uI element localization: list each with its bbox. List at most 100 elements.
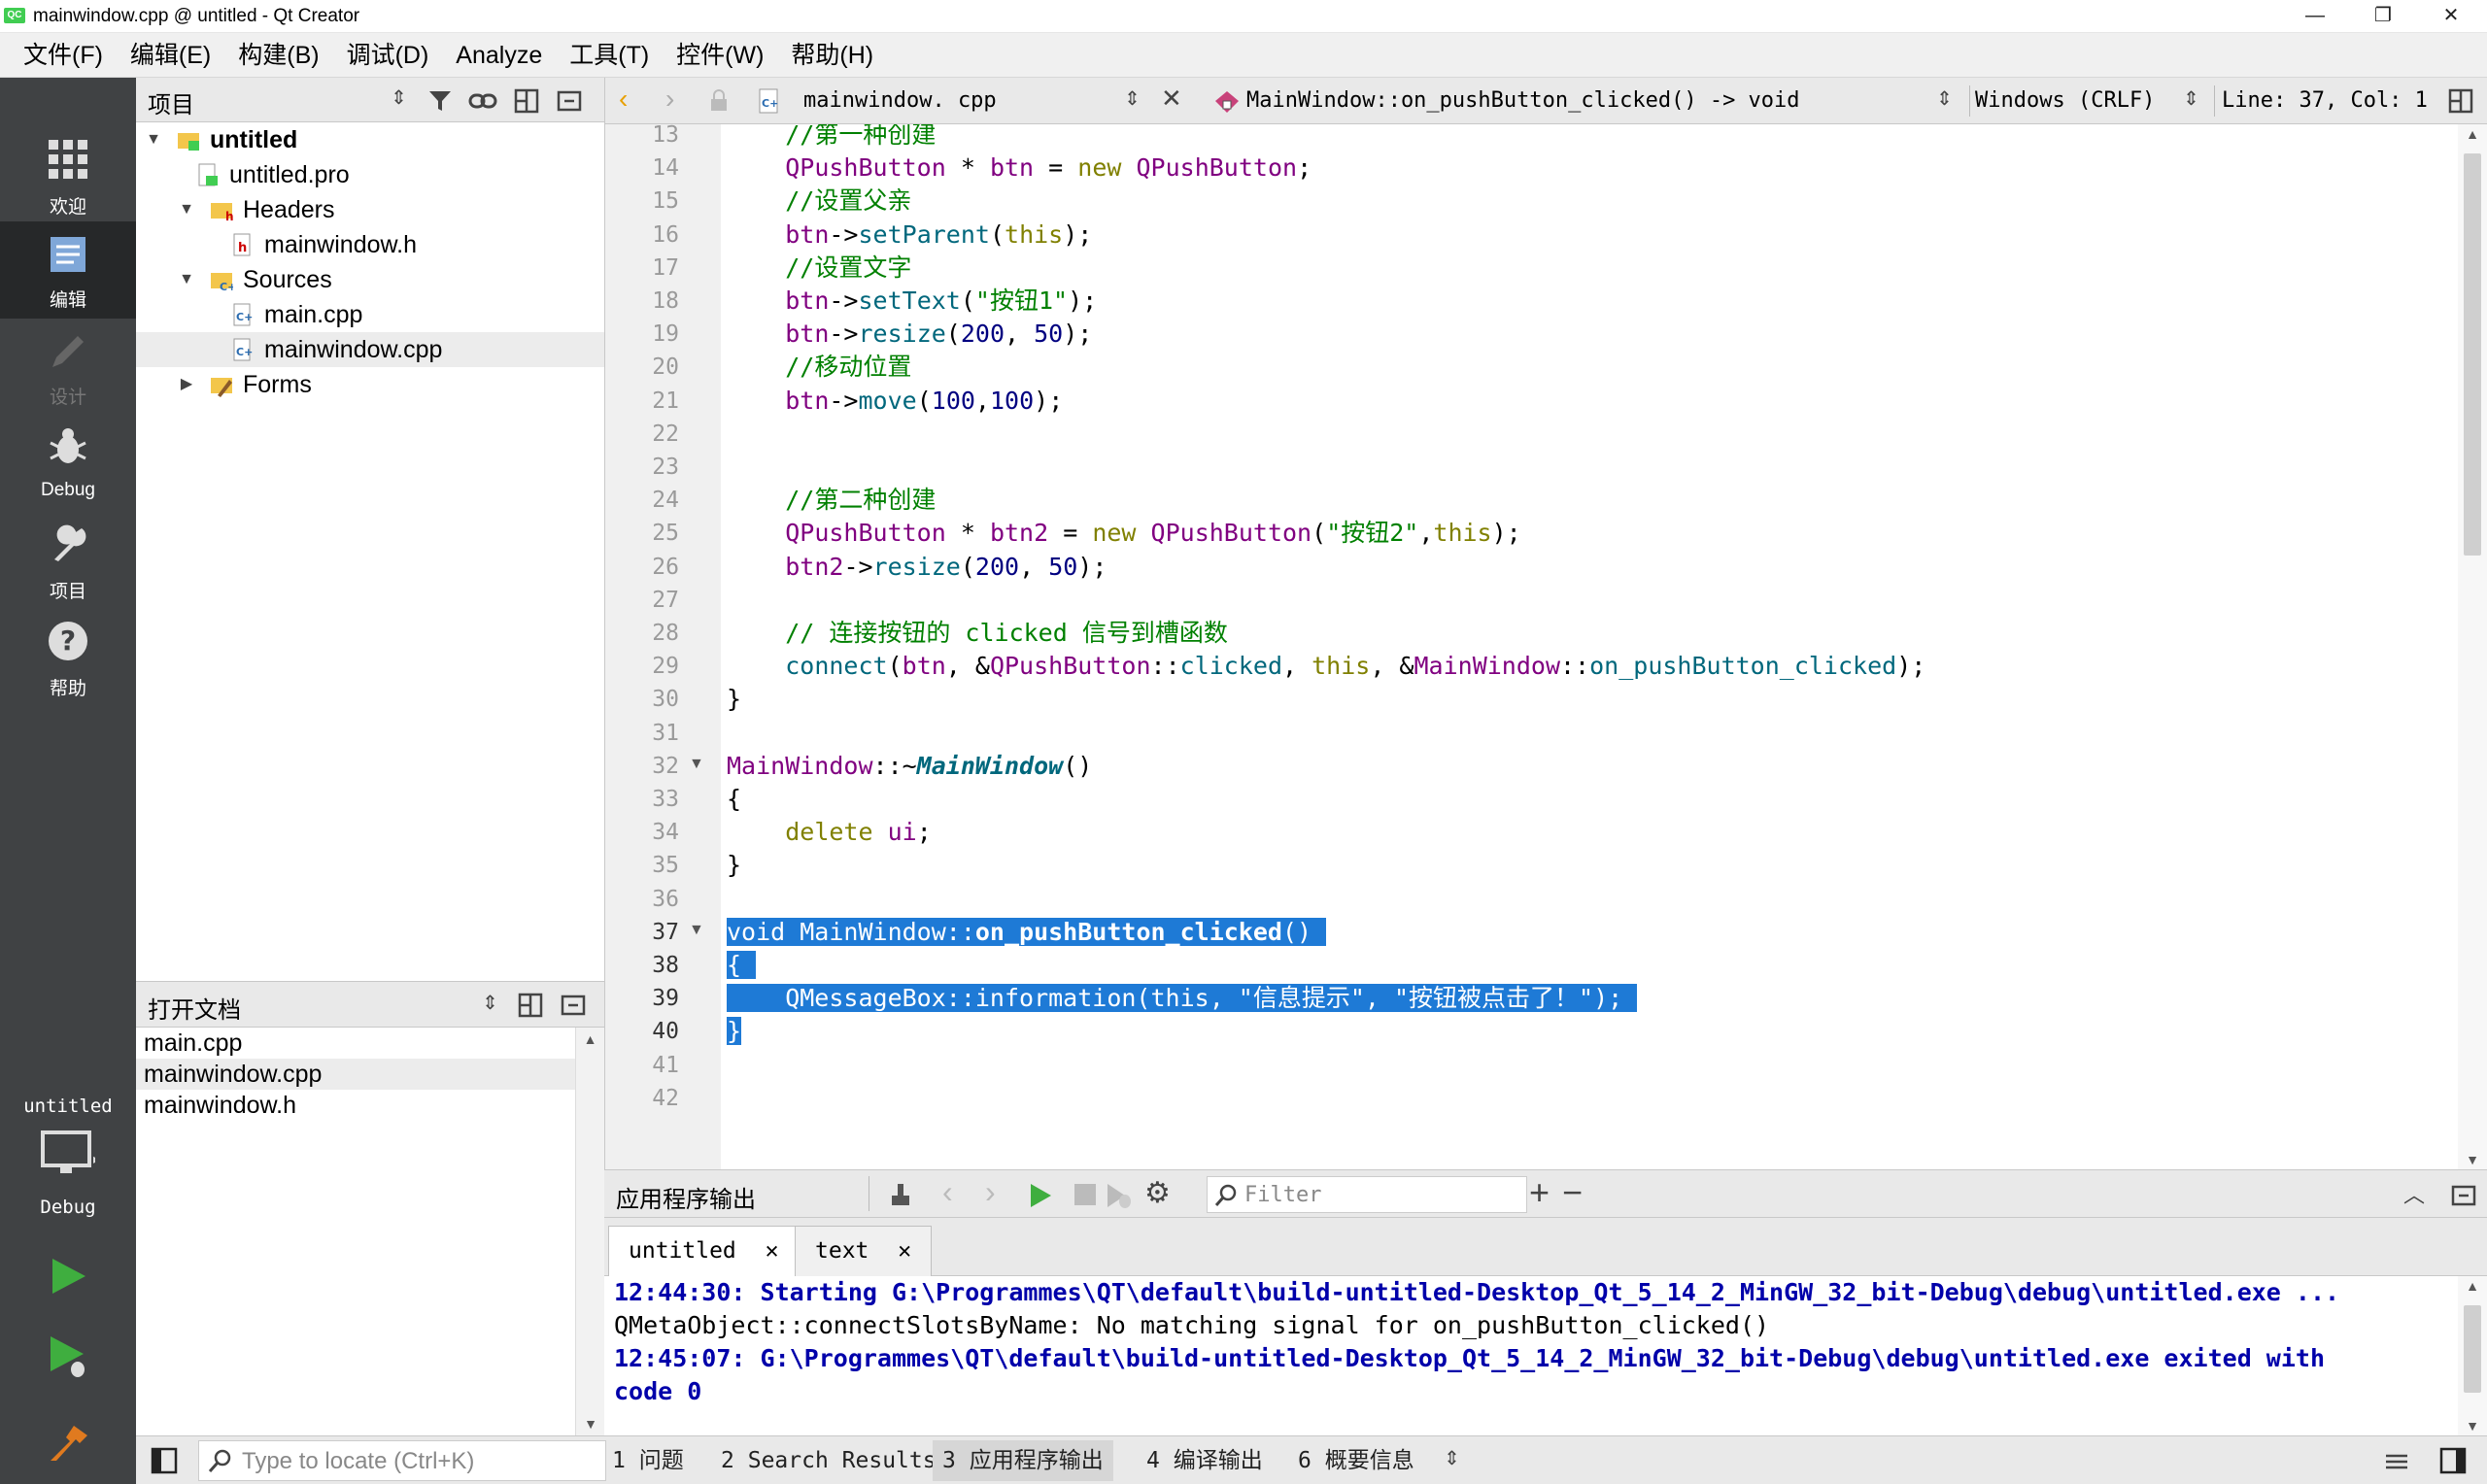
rerun-icon[interactable] bbox=[1028, 1182, 1053, 1209]
line-number: 16 bbox=[652, 221, 679, 248]
tree-item-forms[interactable]: ▶ Forms bbox=[177, 367, 312, 402]
menu-file[interactable]: 文件(F) bbox=[10, 33, 117, 78]
fold-marker-icon[interactable]: ▼ bbox=[689, 756, 704, 773]
line-ending-selector[interactable]: Windows (CRLF) bbox=[1975, 88, 2155, 113]
open-doc-mainwindow-h[interactable]: mainwindow.h bbox=[144, 1090, 296, 1121]
tree-item-headers[interactable]: ▼ h Headers bbox=[177, 192, 334, 227]
open-doc-main-cpp[interactable]: main.cpp bbox=[144, 1028, 242, 1059]
mode-edit[interactable]: 编辑 bbox=[0, 221, 136, 319]
debug-run-icon[interactable] bbox=[45, 1332, 91, 1379]
status-tab-issues[interactable]: 1 问题 bbox=[602, 1440, 694, 1481]
code-line: //设置父亲 bbox=[785, 186, 912, 216]
forward-arrow-icon[interactable]: › bbox=[665, 84, 674, 115]
view-selector-chevron-icon[interactable]: ⇕ bbox=[391, 85, 407, 110]
line-ending-chevron-icon[interactable]: ⇕ bbox=[2183, 86, 2199, 111]
scrollbar-thumb[interactable] bbox=[2464, 153, 2481, 556]
editor-vertical-scrollbar[interactable]: ▲ ▼ bbox=[2458, 124, 2487, 1169]
open-documents-list[interactable]: main.cpp mainwindow.cpp mainwindow.h ▲ ▼ bbox=[136, 1028, 604, 1435]
close-pane-icon[interactable] bbox=[2450, 1182, 2477, 1209]
pencil-icon bbox=[52, 336, 84, 367]
clean-output-icon[interactable] bbox=[886, 1180, 915, 1209]
collapse-arrow-icon[interactable]: ▶ bbox=[177, 367, 196, 402]
mode-label: 欢迎 bbox=[49, 197, 86, 218]
maximize-button[interactable]: ❐ bbox=[2351, 0, 2415, 33]
tree-item-untitled-pro[interactable]: untitled.pro bbox=[177, 157, 350, 192]
zoom-in-icon[interactable]: + bbox=[1529, 1172, 1550, 1213]
split-icon[interactable] bbox=[513, 87, 540, 115]
menu-tools[interactable]: 工具(T) bbox=[556, 33, 663, 78]
menu-debug[interactable]: 调试(D) bbox=[333, 33, 443, 78]
progress-details-icon[interactable] bbox=[2382, 1446, 2411, 1475]
expand-arrow-icon[interactable]: ▼ bbox=[144, 122, 163, 157]
toggle-right-sidebar-icon[interactable] bbox=[2438, 1446, 2468, 1475]
tree-label: mainwindow.h bbox=[264, 231, 418, 258]
menu-build[interactable]: 构建(B) bbox=[224, 33, 332, 78]
output-tab-untitled[interactable]: untitled ✕ bbox=[608, 1226, 800, 1277]
toggle-sidebar-icon[interactable] bbox=[150, 1446, 179, 1475]
split-icon[interactable] bbox=[517, 992, 544, 1019]
mode-design[interactable]: 设计 bbox=[0, 319, 136, 416]
back-arrow-icon[interactable]: ‹ bbox=[619, 84, 628, 115]
mode-debug[interactable]: Debug bbox=[0, 416, 136, 513]
menu-analyze[interactable]: Analyze bbox=[442, 33, 556, 78]
link-icon[interactable] bbox=[468, 87, 497, 115]
split-editor-icon[interactable] bbox=[2447, 87, 2474, 115]
application-output-text[interactable]: 12:44:30: Starting G:\Programmes\QT\defa… bbox=[604, 1276, 2458, 1435]
next-item-icon[interactable]: › bbox=[985, 1174, 996, 1210]
current-file-selector[interactable]: mainwindow. cpp bbox=[803, 88, 997, 113]
close-document-icon[interactable]: ✕ bbox=[1161, 84, 1182, 114]
more-tabs-chevron-icon[interactable]: ⇕ bbox=[1444, 1446, 1460, 1470]
scrollbar-thumb[interactable] bbox=[2464, 1305, 2481, 1393]
attach-debugger-icon[interactable] bbox=[1104, 1180, 1133, 1209]
filter-icon[interactable] bbox=[427, 87, 455, 115]
zoom-out-icon[interactable]: − bbox=[1562, 1172, 1583, 1213]
output-filter-input[interactable]: Filter bbox=[1207, 1176, 1527, 1213]
file-chevron-icon[interactable]: ⇕ bbox=[1124, 86, 1141, 111]
close-panel-icon[interactable] bbox=[560, 992, 587, 1019]
status-tab-general-messages[interactable]: 6 概要信息 bbox=[1288, 1440, 1424, 1481]
maximize-pane-chevron-icon[interactable]: ︿ bbox=[2403, 1178, 2425, 1209]
mode-welcome[interactable]: 欢迎 bbox=[0, 128, 136, 225]
cursor-position[interactable]: Line: 37, Col: 1 bbox=[2222, 88, 2428, 113]
fold-marker-icon[interactable]: ▼ bbox=[689, 922, 704, 939]
menu-widgets[interactable]: 控件(W) bbox=[663, 33, 777, 78]
build-hammer-icon[interactable] bbox=[45, 1418, 91, 1465]
symbol-selector[interactable]: MainWindow::on_pushButton_clicked() -> v… bbox=[1246, 88, 1800, 113]
tree-item-main-cpp[interactable]: C+ main.cpp bbox=[212, 297, 362, 332]
status-tab-search-results[interactable]: 2 Search Results bbox=[711, 1440, 946, 1481]
close-panel-icon[interactable] bbox=[556, 87, 583, 115]
previous-item-icon[interactable]: ‹ bbox=[942, 1174, 953, 1210]
run-icon[interactable] bbox=[47, 1255, 89, 1298]
tree-item-sources[interactable]: ▼ C+ Sources bbox=[177, 262, 332, 297]
expand-arrow-icon[interactable]: ▼ bbox=[177, 192, 196, 227]
code-editor[interactable]: //第一种创建 QPushButton * btn = new QPushBut… bbox=[721, 124, 2458, 1169]
close-tab-icon[interactable]: ✕ bbox=[766, 1238, 779, 1264]
locator-input[interactable]: Type to locate (Ctrl+K) bbox=[198, 1440, 606, 1481]
kit-build-config: Debug bbox=[40, 1197, 96, 1218]
svg-text:h: h bbox=[238, 241, 247, 255]
status-tab-application-output[interactable]: 3 应用程序输出 bbox=[933, 1440, 1113, 1481]
line-number: 19 bbox=[652, 321, 679, 348]
stop-icon[interactable] bbox=[1074, 1184, 1096, 1205]
open-doc-mainwindow-cpp[interactable]: mainwindow.cpp bbox=[136, 1059, 575, 1090]
mode-projects[interactable]: 项目 bbox=[0, 513, 136, 610]
view-selector-chevron-icon[interactable]: ⇕ bbox=[482, 991, 498, 1015]
mode-help[interactable]: ? 帮助 bbox=[0, 610, 136, 707]
tree-item-mainwindow-h[interactable]: h mainwindow.h bbox=[212, 227, 417, 262]
open-docs-scrollbar[interactable]: ▲ ▼ bbox=[575, 1028, 604, 1435]
tree-item-untitled[interactable]: ▼ untitled bbox=[144, 122, 297, 157]
settings-gear-icon[interactable]: ⚙ bbox=[1144, 1176, 1171, 1210]
symbol-chevron-icon[interactable]: ⇕ bbox=[1936, 86, 1953, 111]
minimize-button[interactable]: — bbox=[2283, 0, 2347, 33]
output-vertical-scrollbar[interactable]: ▲ ▼ bbox=[2458, 1276, 2487, 1435]
output-tab-text[interactable]: text ✕ bbox=[795, 1226, 933, 1276]
menu-edit[interactable]: 编辑(E) bbox=[117, 33, 224, 78]
close-button[interactable]: ✕ bbox=[2419, 0, 2483, 33]
status-tab-compile-output[interactable]: 4 编译输出 bbox=[1137, 1440, 1273, 1481]
close-tab-icon[interactable]: ✕ bbox=[898, 1238, 911, 1264]
tree-item-mainwindow-cpp[interactable]: C+ mainwindow.cpp bbox=[136, 332, 604, 367]
code-line: } bbox=[727, 1017, 742, 1046]
menu-help[interactable]: 帮助(H) bbox=[777, 33, 887, 78]
expand-arrow-icon[interactable]: ▼ bbox=[177, 262, 196, 297]
project-tree[interactable]: ▼ untitled untitled.pro ▼ h Headers h ma… bbox=[136, 122, 604, 981]
